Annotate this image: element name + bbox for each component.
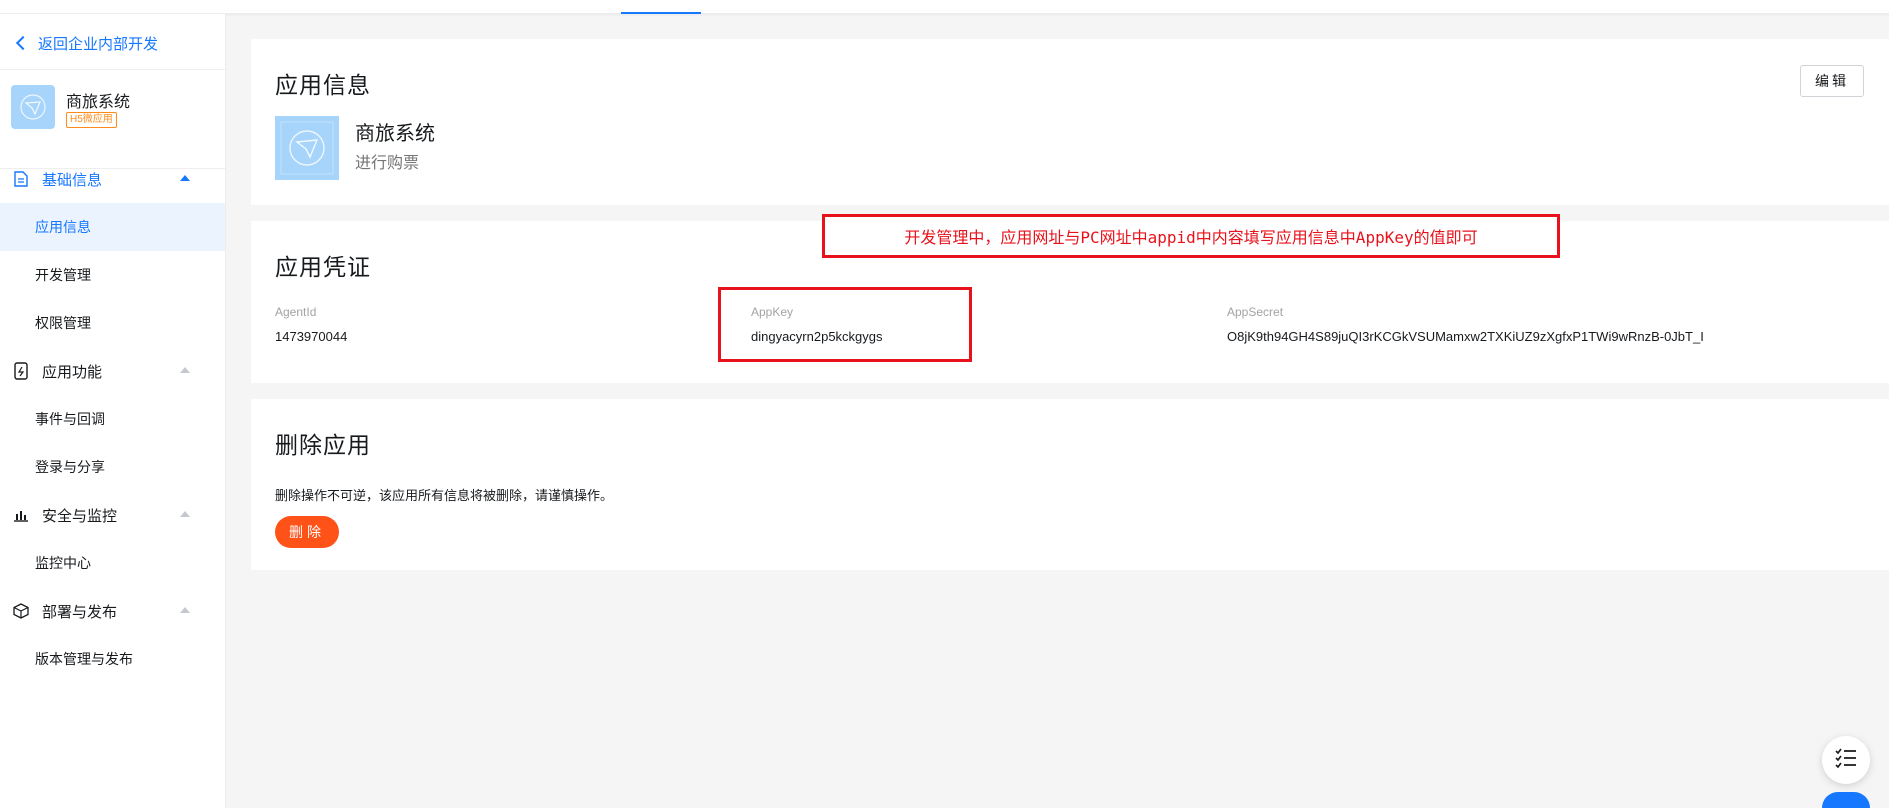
app-function-icon	[12, 362, 30, 380]
app-name: 商旅系统	[66, 94, 131, 111]
sidebar-item-version-release[interactable]: 版本管理与发布	[0, 635, 225, 683]
app-name: 商旅系统	[355, 123, 435, 145]
cube-icon	[12, 602, 30, 620]
app-secret-label: AppSecret	[1227, 305, 1284, 319]
agent-id-value: 1473970044	[275, 329, 348, 344]
sidebar-item-login-share[interactable]: 登录与分享	[0, 443, 225, 491]
delete-app-title: 删除应用	[275, 432, 371, 458]
app-description: 进行购票	[355, 155, 420, 172]
app-secret-value[interactable]: O8jK9th94GH4S89juQI3rKCGkVSUMamxw2TXKiUZ…	[1227, 329, 1704, 344]
menu-group-label: 应用功能	[42, 363, 103, 381]
sidebar-item-app-info[interactable]: 应用信息	[0, 203, 225, 251]
menu-group-security-monitoring[interactable]: 安全与监控	[0, 491, 225, 539]
caret-up-icon	[180, 367, 190, 373]
caret-up-icon	[180, 511, 190, 517]
appkey-highlight-box	[718, 287, 972, 362]
menu-group-label: 安全与监控	[42, 507, 118, 525]
sidebar-item-permissions[interactable]: 权限管理	[0, 299, 225, 347]
back-link[interactable]: 返回企业内部开发	[14, 32, 158, 54]
app-info-card: 应用信息 编辑 商旅系统 进行购票	[251, 39, 1889, 205]
app-info-title: 应用信息	[275, 72, 371, 98]
delete-app-card: 删除应用 删除操作不可逆，该应用所有信息将被删除，请谨慎操作。 删除	[251, 399, 1889, 570]
app-type-badge: H5微应用	[66, 112, 117, 128]
task-list-button[interactable]	[1822, 736, 1870, 784]
caret-up-icon	[180, 607, 190, 613]
back-link-label: 返回企业内部开发	[38, 35, 159, 53]
bar-chart-icon	[12, 506, 30, 524]
menu-group-label: 部署与发布	[42, 603, 118, 621]
menu-group-label: 基础信息	[42, 171, 103, 189]
annotation-callout: 开发管理中，应用网址与PC网址中appid中内容填写应用信息中AppKey的值即…	[822, 214, 1560, 258]
delete-button[interactable]: 删除	[275, 516, 339, 548]
sidebar-item-monitoring-center[interactable]: 监控中心	[0, 539, 225, 587]
app-logo-icon	[275, 116, 339, 180]
active-tab-indicator	[621, 12, 701, 14]
menu-group-deploy-release[interactable]: 部署与发布	[0, 587, 225, 635]
app-logo-icon	[11, 85, 55, 129]
credentials-title: 应用凭证	[275, 254, 371, 280]
menu-group-basic-info[interactable]: 基础信息	[0, 155, 225, 203]
top-nav-bar	[0, 0, 1889, 14]
checklist-icon	[1835, 748, 1857, 773]
assistant-button[interactable]	[1822, 792, 1870, 808]
delete-warning-text: 删除操作不可逆，该应用所有信息将被删除，请谨慎操作。	[275, 488, 614, 503]
app-header: 商旅系统 H5微应用	[0, 69, 225, 169]
chevron-left-icon	[15, 35, 31, 51]
edit-button[interactable]: 编辑	[1800, 65, 1864, 97]
document-icon	[12, 170, 30, 188]
agent-id-label: AgentId	[275, 305, 317, 319]
sidebar-item-events-callbacks[interactable]: 事件与回调	[0, 395, 225, 443]
sidebar: 返回企业内部开发 商旅系统 H5微应用 基础信息 应用信息 开发管理 权限管理 …	[0, 14, 226, 808]
caret-up-icon	[180, 175, 190, 181]
agent-id-field: AgentId 1473970044	[275, 305, 347, 344]
menu-group-app-functions[interactable]: 应用功能	[0, 347, 225, 395]
sidebar-item-dev-management[interactable]: 开发管理	[0, 251, 225, 299]
app-secret-field: AppSecret O8jK9th94GH4S89juQI3rKCGkVSUMa…	[1227, 305, 1704, 344]
